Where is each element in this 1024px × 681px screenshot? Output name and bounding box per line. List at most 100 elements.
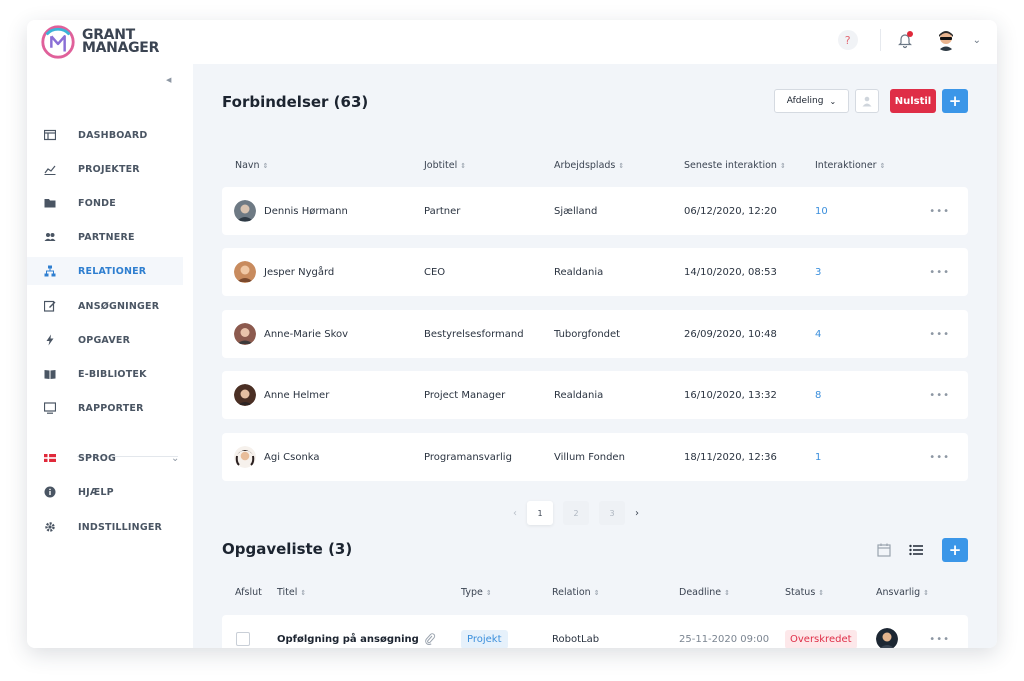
pagination: ‹ 1 2 3 › <box>513 501 639 525</box>
column-header-responsible[interactable]: Ansvarlig ⇕ <box>876 587 929 598</box>
more-options-icon[interactable]: ••• <box>929 634 950 645</box>
responsible-cell <box>876 615 906 648</box>
interactions-count[interactable]: 4 <box>815 310 821 358</box>
interactions-count[interactable]: 8 <box>815 371 821 419</box>
top-actions: ? ⌄ <box>837 29 981 51</box>
logo[interactable]: GRANT MANAGER <box>39 23 159 61</box>
more-options-icon[interactable]: ••• <box>929 390 950 401</box>
column-header-name[interactable]: Navn ⇕ <box>235 160 268 171</box>
column-header-label: Titel <box>277 587 298 598</box>
column-header-status[interactable]: Status ⇕ <box>785 587 824 598</box>
user-avatar[interactable] <box>935 29 957 51</box>
interactions-count[interactable]: 3 <box>815 248 821 296</box>
sidebar-item-opgaver[interactable]: OPGAVER <box>27 326 183 354</box>
column-header-deadline[interactable]: Deadline ⇕ <box>679 587 730 598</box>
add-task-button[interactable]: + <box>942 538 968 562</box>
list-view-icon[interactable] <box>908 542 924 558</box>
column-header-relation[interactable]: Relation ⇕ <box>552 587 600 598</box>
column-header-jobtitle[interactable]: Jobtitel ⇕ <box>424 160 466 171</box>
sidebar-item-label: RELATIONER <box>78 265 147 277</box>
users-icon <box>44 233 56 241</box>
task-row[interactable]: Opfølgning på ansøgning Projekt RobotLab… <box>222 615 968 648</box>
contact-name[interactable]: Jesper Nygård <box>264 267 334 278</box>
complete-checkbox[interactable] <box>236 632 250 646</box>
column-header-type[interactable]: Type ⇕ <box>461 587 492 598</box>
sidebar-item-fonde[interactable]: FONDE <box>27 189 183 217</box>
column-header-title[interactable]: Titel ⇕ <box>277 587 306 598</box>
task-title-cell: Opfølgning på ansøgning <box>277 615 436 648</box>
sidebar-item-rapporter[interactable]: RAPPORTER <box>27 394 183 422</box>
jobtitle-cell: Bestyrelsesformand <box>424 328 524 340</box>
interactions-count[interactable]: 1 <box>815 433 821 481</box>
help-button[interactable]: ? <box>837 30 858 50</box>
divider <box>879 29 881 51</box>
type-cell: Projekt <box>461 615 508 648</box>
more-options-icon[interactable]: ••• <box>929 267 950 278</box>
table-row[interactable]: Dennis Hørmann Partner Sjælland 06/12/20… <box>222 187 968 235</box>
last-interaction-cell: 26/09/2020, 10:48 <box>684 328 777 340</box>
jobtitle-cell: Project Manager <box>424 389 506 401</box>
page-button-1[interactable]: 1 <box>527 501 553 525</box>
sidebar-item-projekter[interactable]: PROJEKTER <box>27 155 183 183</box>
contact-name[interactable]: Agi Csonka <box>264 452 320 463</box>
more-options-icon[interactable]: ••• <box>929 206 950 217</box>
sidebar-item-label: FONDE <box>78 197 116 209</box>
notifications-button[interactable] <box>895 30 915 50</box>
table-row[interactable]: Agi Csonka Programansvarlig Villum Fonde… <box>222 433 968 481</box>
column-header-interactions[interactable]: Interaktioner ⇕ <box>815 160 885 171</box>
workplace-cell: Realdania <box>554 389 604 401</box>
previous-page-button[interactable]: ‹ <box>513 508 517 519</box>
sidebar-item-label: PARTNERE <box>78 231 135 243</box>
column-header-workplace[interactable]: Arbejdsplads ⇕ <box>554 160 624 171</box>
tasks-title: Opgaveliste (3) <box>222 540 353 558</box>
name-cell: Anne Helmer <box>234 371 329 419</box>
sidebar-item-dashboard[interactable]: DASHBOARD <box>27 121 183 149</box>
sidebar-item-relationer[interactable]: RELATIONER <box>27 257 183 285</box>
name-cell: Dennis Hørmann <box>234 187 348 235</box>
reset-button[interactable]: Nulstil <box>890 89 936 113</box>
table-row[interactable]: Anne-Marie Skov Bestyrelsesformand Tubor… <box>222 310 968 358</box>
next-page-button[interactable]: › <box>635 508 639 519</box>
table-row[interactable]: Anne Helmer Project Manager Realdania 16… <box>222 371 968 419</box>
sidebar-item-ansogninger[interactable]: ANSØGNINGER <box>27 292 183 320</box>
more-options-icon[interactable]: ••• <box>929 329 950 340</box>
department-filter[interactable]: Afdeling ⌄ <box>774 89 849 113</box>
info-icon <box>44 486 56 498</box>
sidebar-item-label: OPGAVER <box>78 334 131 346</box>
sidebar-item-help[interactable]: HJÆLP <box>27 478 183 506</box>
table-row[interactable]: Jesper Nygård CEO Realdania 14/10/2020, … <box>222 248 968 296</box>
column-header-label: Relation <box>552 587 591 598</box>
page-button-2[interactable]: 2 <box>563 501 589 525</box>
task-title[interactable]: Opfølgning på ansøgning <box>277 634 419 645</box>
column-header-label: Status <box>785 587 816 598</box>
page-button-3[interactable]: 3 <box>599 501 625 525</box>
language-selector[interactable]: SPROG ⌄ <box>27 444 183 472</box>
add-connection-button[interactable]: + <box>942 89 968 113</box>
calendar-icon[interactable] <box>876 542 892 558</box>
sidebar-item-label: RAPPORTER <box>78 402 144 414</box>
sort-icon: ⇕ <box>593 589 600 597</box>
column-header-last-interaction[interactable]: Seneste interaktion ⇕ <box>684 160 786 171</box>
chart-icon <box>44 165 56 175</box>
workplace-cell: Tuborgfondet <box>554 328 621 340</box>
sidebar-item-partnere[interactable]: PARTNERE <box>27 223 183 251</box>
column-header-label: Jobtitel <box>424 160 458 171</box>
contact-name[interactable]: Dennis Hørmann <box>264 206 348 217</box>
last-interaction-cell: 14/10/2020, 08:53 <box>684 266 777 278</box>
contact-name[interactable]: Anne Helmer <box>264 390 329 401</box>
sidebar-item-settings[interactable]: INDSTILLINGER <box>27 513 183 541</box>
book-icon <box>44 370 56 379</box>
department-filter-label: Afdeling <box>786 96 824 106</box>
interactions-count[interactable]: 10 <box>815 187 828 235</box>
collapse-sidebar-icon[interactable]: ◀ <box>166 76 171 84</box>
contact-name[interactable]: Anne-Marie Skov <box>264 329 348 340</box>
person-filter-button[interactable] <box>855 89 879 113</box>
avatar[interactable] <box>876 628 898 648</box>
paperclip-icon <box>425 633 435 645</box>
sidebar-item-e-bibliotek[interactable]: E-BIBLIOTEK <box>27 360 183 388</box>
name-cell: Jesper Nygård <box>234 248 334 296</box>
network-icon <box>44 265 56 277</box>
more-options-icon[interactable]: ••• <box>929 452 950 463</box>
chevron-down-icon[interactable]: ⌄ <box>973 35 981 46</box>
app-window: GRANT MANAGER ? ⌄ ◀ DASHBOARD PROJEKTER … <box>27 20 997 648</box>
